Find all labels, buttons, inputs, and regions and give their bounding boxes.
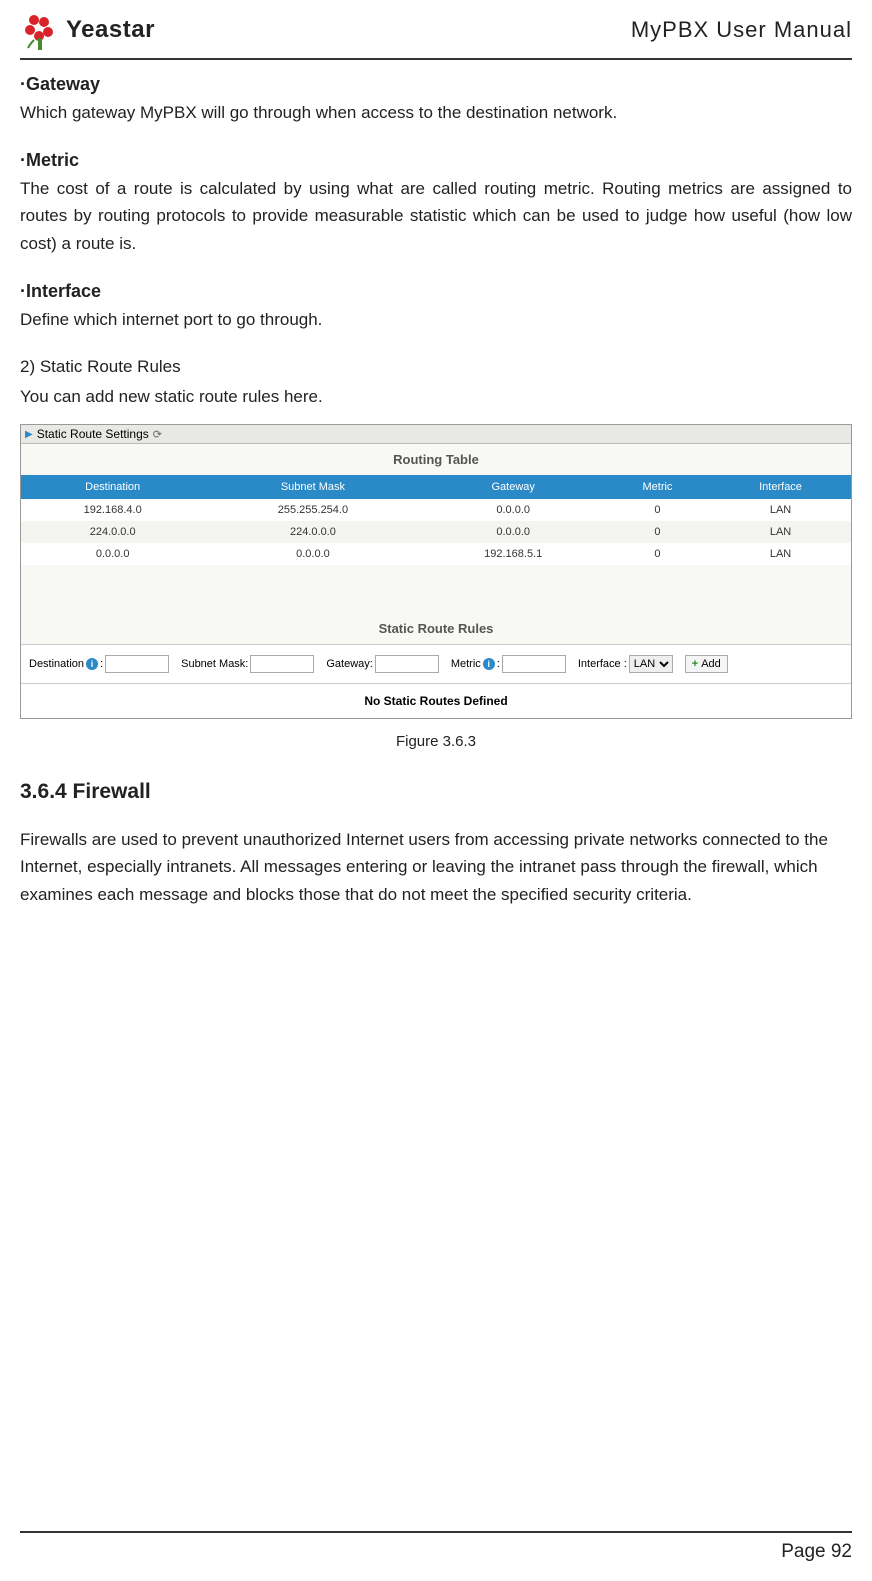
cell-subnet: 0.0.0.0 — [204, 543, 421, 565]
label-text: Destination — [29, 658, 84, 670]
table-row: 0.0.0.0 0.0.0.0 192.168.5.1 0 LAN — [21, 543, 851, 565]
section-body: Define which internet port to go through… — [20, 306, 852, 333]
cell-destination: 224.0.0.0 — [21, 521, 204, 543]
page-header: Yeastar MyPBX User Manual — [20, 10, 852, 60]
firewall-body: Firewalls are used to prevent unauthoriz… — [20, 826, 852, 908]
page-footer: Page 92 — [20, 1531, 852, 1563]
cell-subnet: 224.0.0.0 — [204, 521, 421, 543]
cell-interface: LAN — [710, 543, 851, 565]
plus-icon: + — [692, 658, 698, 670]
section-body: You can add new static route rules here. — [20, 383, 852, 410]
cell-subnet: 255.255.254.0 — [204, 499, 421, 521]
colon: : — [497, 658, 500, 670]
label-text: Gateway: — [326, 658, 372, 670]
col-gateway: Gateway — [422, 475, 605, 499]
col-interface: Interface — [710, 475, 851, 499]
metric-field-label: Metric i: — [451, 655, 566, 673]
destination-input[interactable] — [105, 655, 169, 673]
label-text: Subnet Mask: — [181, 658, 248, 670]
route-rules-form: Destination i: Subnet Mask: Gateway: Met… — [21, 644, 851, 683]
no-routes-message: No Static Routes Defined — [21, 683, 851, 718]
cell-interface: LAN — [710, 521, 851, 543]
label-text: Metric — [451, 658, 481, 670]
destination-field-label: Destination i: — [29, 655, 169, 673]
page-number: Page 92 — [781, 1541, 852, 1562]
col-destination: Destination — [21, 475, 204, 499]
panel-title-text: Static Route Settings — [37, 427, 149, 441]
info-icon[interactable]: i — [483, 658, 495, 670]
panel-header: ▶ Static Route Settings ⟳ — [21, 425, 851, 444]
firewall-heading: 3.6.4 Firewall — [20, 780, 852, 804]
info-icon[interactable]: i — [86, 658, 98, 670]
routing-table: Destination Subnet Mask Gateway Metric I… — [21, 475, 851, 565]
routing-table-title: Routing Table — [21, 444, 851, 475]
cell-metric: 0 — [605, 521, 710, 543]
interface-section: ·Interface Define which internet port to… — [20, 281, 852, 333]
spacer — [21, 565, 851, 613]
static-rules-title: Static Route Rules — [21, 613, 851, 644]
logo-text: Yeastar — [66, 16, 155, 44]
cell-interface: LAN — [710, 499, 851, 521]
logo: Yeastar — [20, 10, 155, 50]
gateway-section: ·Gateway Which gateway MyPBX will go thr… — [20, 74, 852, 126]
interface-select[interactable]: LAN — [629, 655, 673, 673]
cell-destination: 192.168.4.0 — [21, 499, 204, 521]
table-row: 224.0.0.0 224.0.0.0 0.0.0.0 0 LAN — [21, 521, 851, 543]
col-subnet-mask: Subnet Mask — [204, 475, 421, 499]
interface-field-label: Interface : LAN — [578, 655, 673, 673]
metric-section: ·Metric The cost of a route is calculate… — [20, 150, 852, 257]
table-row: 192.168.4.0 255.255.254.0 0.0.0.0 0 LAN — [21, 499, 851, 521]
add-button[interactable]: + Add — [685, 655, 728, 673]
table-header-row: Destination Subnet Mask Gateway Metric I… — [21, 475, 851, 499]
section-heading: ·Gateway — [20, 74, 852, 95]
subnet-input[interactable] — [250, 655, 314, 673]
figure-caption: Figure 3.6.3 — [20, 733, 852, 750]
refresh-icon[interactable]: ⟳ — [153, 428, 162, 441]
cell-gateway: 0.0.0.0 — [422, 521, 605, 543]
section-heading: ·Interface — [20, 281, 852, 302]
document-title: MyPBX User Manual — [631, 17, 852, 43]
subnet-field-label: Subnet Mask: — [181, 655, 314, 673]
cell-metric: 0 — [605, 543, 710, 565]
section-body: The cost of a route is calculated by usi… — [20, 175, 852, 257]
static-route-settings-panel: ▶ Static Route Settings ⟳ Routing Table … — [20, 424, 852, 719]
section-body: Which gateway MyPBX will go through when… — [20, 99, 852, 126]
triangle-icon: ▶ — [25, 429, 33, 440]
metric-input[interactable] — [502, 655, 566, 673]
cell-destination: 0.0.0.0 — [21, 543, 204, 565]
cell-metric: 0 — [605, 499, 710, 521]
gateway-field-label: Gateway: — [326, 655, 438, 673]
add-label: Add — [701, 658, 721, 670]
cell-gateway: 192.168.5.1 — [422, 543, 605, 565]
subsection-title: 2) Static Route Rules — [20, 357, 852, 377]
cell-gateway: 0.0.0.0 — [422, 499, 605, 521]
colon: : — [100, 658, 103, 670]
section-heading: ·Metric — [20, 150, 852, 171]
label-text: Interface : — [578, 658, 627, 670]
col-metric: Metric — [605, 475, 710, 499]
static-route-intro: 2) Static Route Rules You can add new st… — [20, 357, 852, 410]
gateway-input[interactable] — [375, 655, 439, 673]
yeastar-logo-icon — [20, 10, 60, 50]
